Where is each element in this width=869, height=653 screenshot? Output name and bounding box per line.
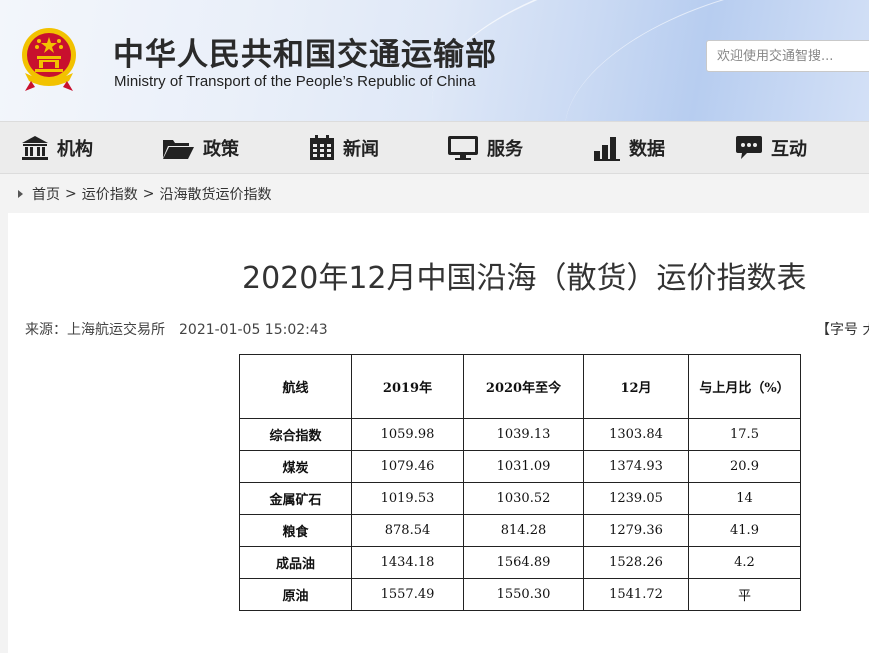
table-cell: 20.9 (688, 450, 801, 483)
table-cell: 煤炭 (239, 450, 352, 483)
nav-item-organization[interactable]: 机构 (21, 122, 93, 173)
site-subtitle: Ministry of Transport of the People’s Re… (114, 73, 476, 90)
font-size-control[interactable]: 【字号 大 (816, 319, 869, 339)
table-header-cell: 与上月比（%） (688, 354, 801, 419)
site-title: 中华人民共和国交通运输部 (113, 37, 497, 73)
table-cell: 1550.30 (463, 578, 584, 611)
breadcrumb-arrow-icon (18, 190, 23, 198)
breadcrumb-separator: > (142, 186, 155, 202)
nav-item-label: 机构 (57, 138, 93, 160)
table-cell: 1528.26 (583, 546, 689, 579)
table-row: 原油 1557.49 1550.30 1541.72 平 (239, 578, 801, 611)
nav-item-news[interactable]: 新闻 (309, 122, 379, 173)
table-row: 成品油 1434.18 1564.89 1528.26 4.2 (239, 546, 801, 579)
nav-item-label: 数据 (629, 138, 665, 160)
table-header-row: 航线 2019年 2020年至今 12月 与上月比（%） (239, 354, 801, 419)
nav-item-label: 新闻 (343, 138, 379, 160)
table-row: 粮食 878.54 814.28 1279.36 41.9 (239, 514, 801, 547)
table-cell: 1434.18 (351, 546, 464, 579)
chat-bubble-icon (736, 135, 762, 159)
article-time: 2021-01-05 15:02:43 (179, 322, 328, 338)
breadcrumb-coastal-bulk-link[interactable]: 沿海散货运价指数 (159, 184, 271, 204)
table-cell: 1303.84 (583, 418, 689, 451)
nav-item-label: 服务 (487, 138, 523, 160)
article-content: 2020年12月中国沿海（散货）运价指数表 来源：上海航运交易所 2021-01-… (8, 213, 869, 653)
table-row: 金属矿石 1019.53 1030.52 1239.05 14 (239, 482, 801, 515)
search-input[interactable] (706, 40, 869, 72)
nav-item-services[interactable]: 服务 (447, 122, 523, 173)
table-row: 综合指数 1059.98 1039.13 1303.84 17.5 (239, 418, 801, 451)
table-cell: 14 (688, 482, 801, 515)
article-source: 来源：上海航运交易所 (25, 322, 165, 338)
table-cell: 17.5 (688, 418, 801, 451)
table-header-cell: 航线 (239, 354, 352, 419)
national-emblem-icon[interactable] (17, 25, 81, 95)
table-cell: 1039.13 (463, 418, 584, 451)
table-cell: 综合指数 (239, 418, 352, 451)
breadcrumb-rate-index-link[interactable]: 运价指数 (82, 184, 138, 204)
calendar-icon (310, 134, 334, 160)
table-header-cell: 2019年 (351, 354, 464, 419)
table-cell: 1541.72 (583, 578, 689, 611)
article-title: 2020年12月中国沿海（散货）运价指数表 (242, 261, 807, 296)
monitor-icon (448, 135, 478, 160)
table-cell: 1079.46 (351, 450, 464, 483)
breadcrumb-separator: > (65, 186, 77, 202)
table-cell: 原油 (239, 578, 352, 611)
bar-chart-icon (594, 136, 620, 161)
table-row: 煤炭 1079.46 1031.09 1374.93 20.9 (239, 450, 801, 483)
table-cell: 金属矿石 (239, 482, 352, 515)
main-nav: 机构 政策 新闻 服务 数据 互动 (0, 121, 869, 174)
table-header-cell: 2020年至今 (463, 354, 584, 419)
nav-item-policy[interactable]: 政策 (162, 122, 239, 173)
table-cell: 粮食 (239, 514, 352, 547)
table-cell: 1239.05 (583, 482, 689, 515)
table-cell: 878.54 (351, 514, 464, 547)
table-header-cell: 12月 (583, 354, 689, 419)
table-cell: 1031.09 (463, 450, 584, 483)
table-cell: 1557.49 (351, 578, 464, 611)
table-cell: 1564.89 (463, 546, 584, 579)
site-header: 中华人民共和国交通运输部 Ministry of Transport of th… (0, 0, 869, 121)
table-cell: 41.9 (688, 514, 801, 547)
nav-item-label: 互动 (771, 138, 807, 160)
table-cell: 平 (688, 578, 801, 611)
table-cell: 1019.53 (351, 482, 464, 515)
table-cell: 1030.52 (463, 482, 584, 515)
nav-item-label: 政策 (203, 138, 239, 160)
rate-index-table: 航线 2019年 2020年至今 12月 与上月比（%） 综合指数 1059.9… (239, 354, 801, 611)
table-cell: 4.2 (688, 546, 801, 579)
breadcrumb: 首页 > 运价指数 > 沿海散货运价指数 (18, 184, 271, 204)
nav-item-interaction[interactable]: 互动 (735, 122, 807, 173)
table-cell: 1059.98 (351, 418, 464, 451)
table-cell: 成品油 (239, 546, 352, 579)
table-cell: 1374.93 (583, 450, 689, 483)
table-cell: 814.28 (463, 514, 584, 547)
nav-item-data[interactable]: 数据 (593, 122, 665, 173)
article-meta: 来源：上海航运交易所 2021-01-05 15:02:43 (25, 319, 328, 339)
breadcrumb-home-link[interactable]: 首页 (32, 184, 60, 204)
folder-icon (163, 139, 194, 159)
table-cell: 1279.36 (583, 514, 689, 547)
building-icon (22, 135, 48, 160)
